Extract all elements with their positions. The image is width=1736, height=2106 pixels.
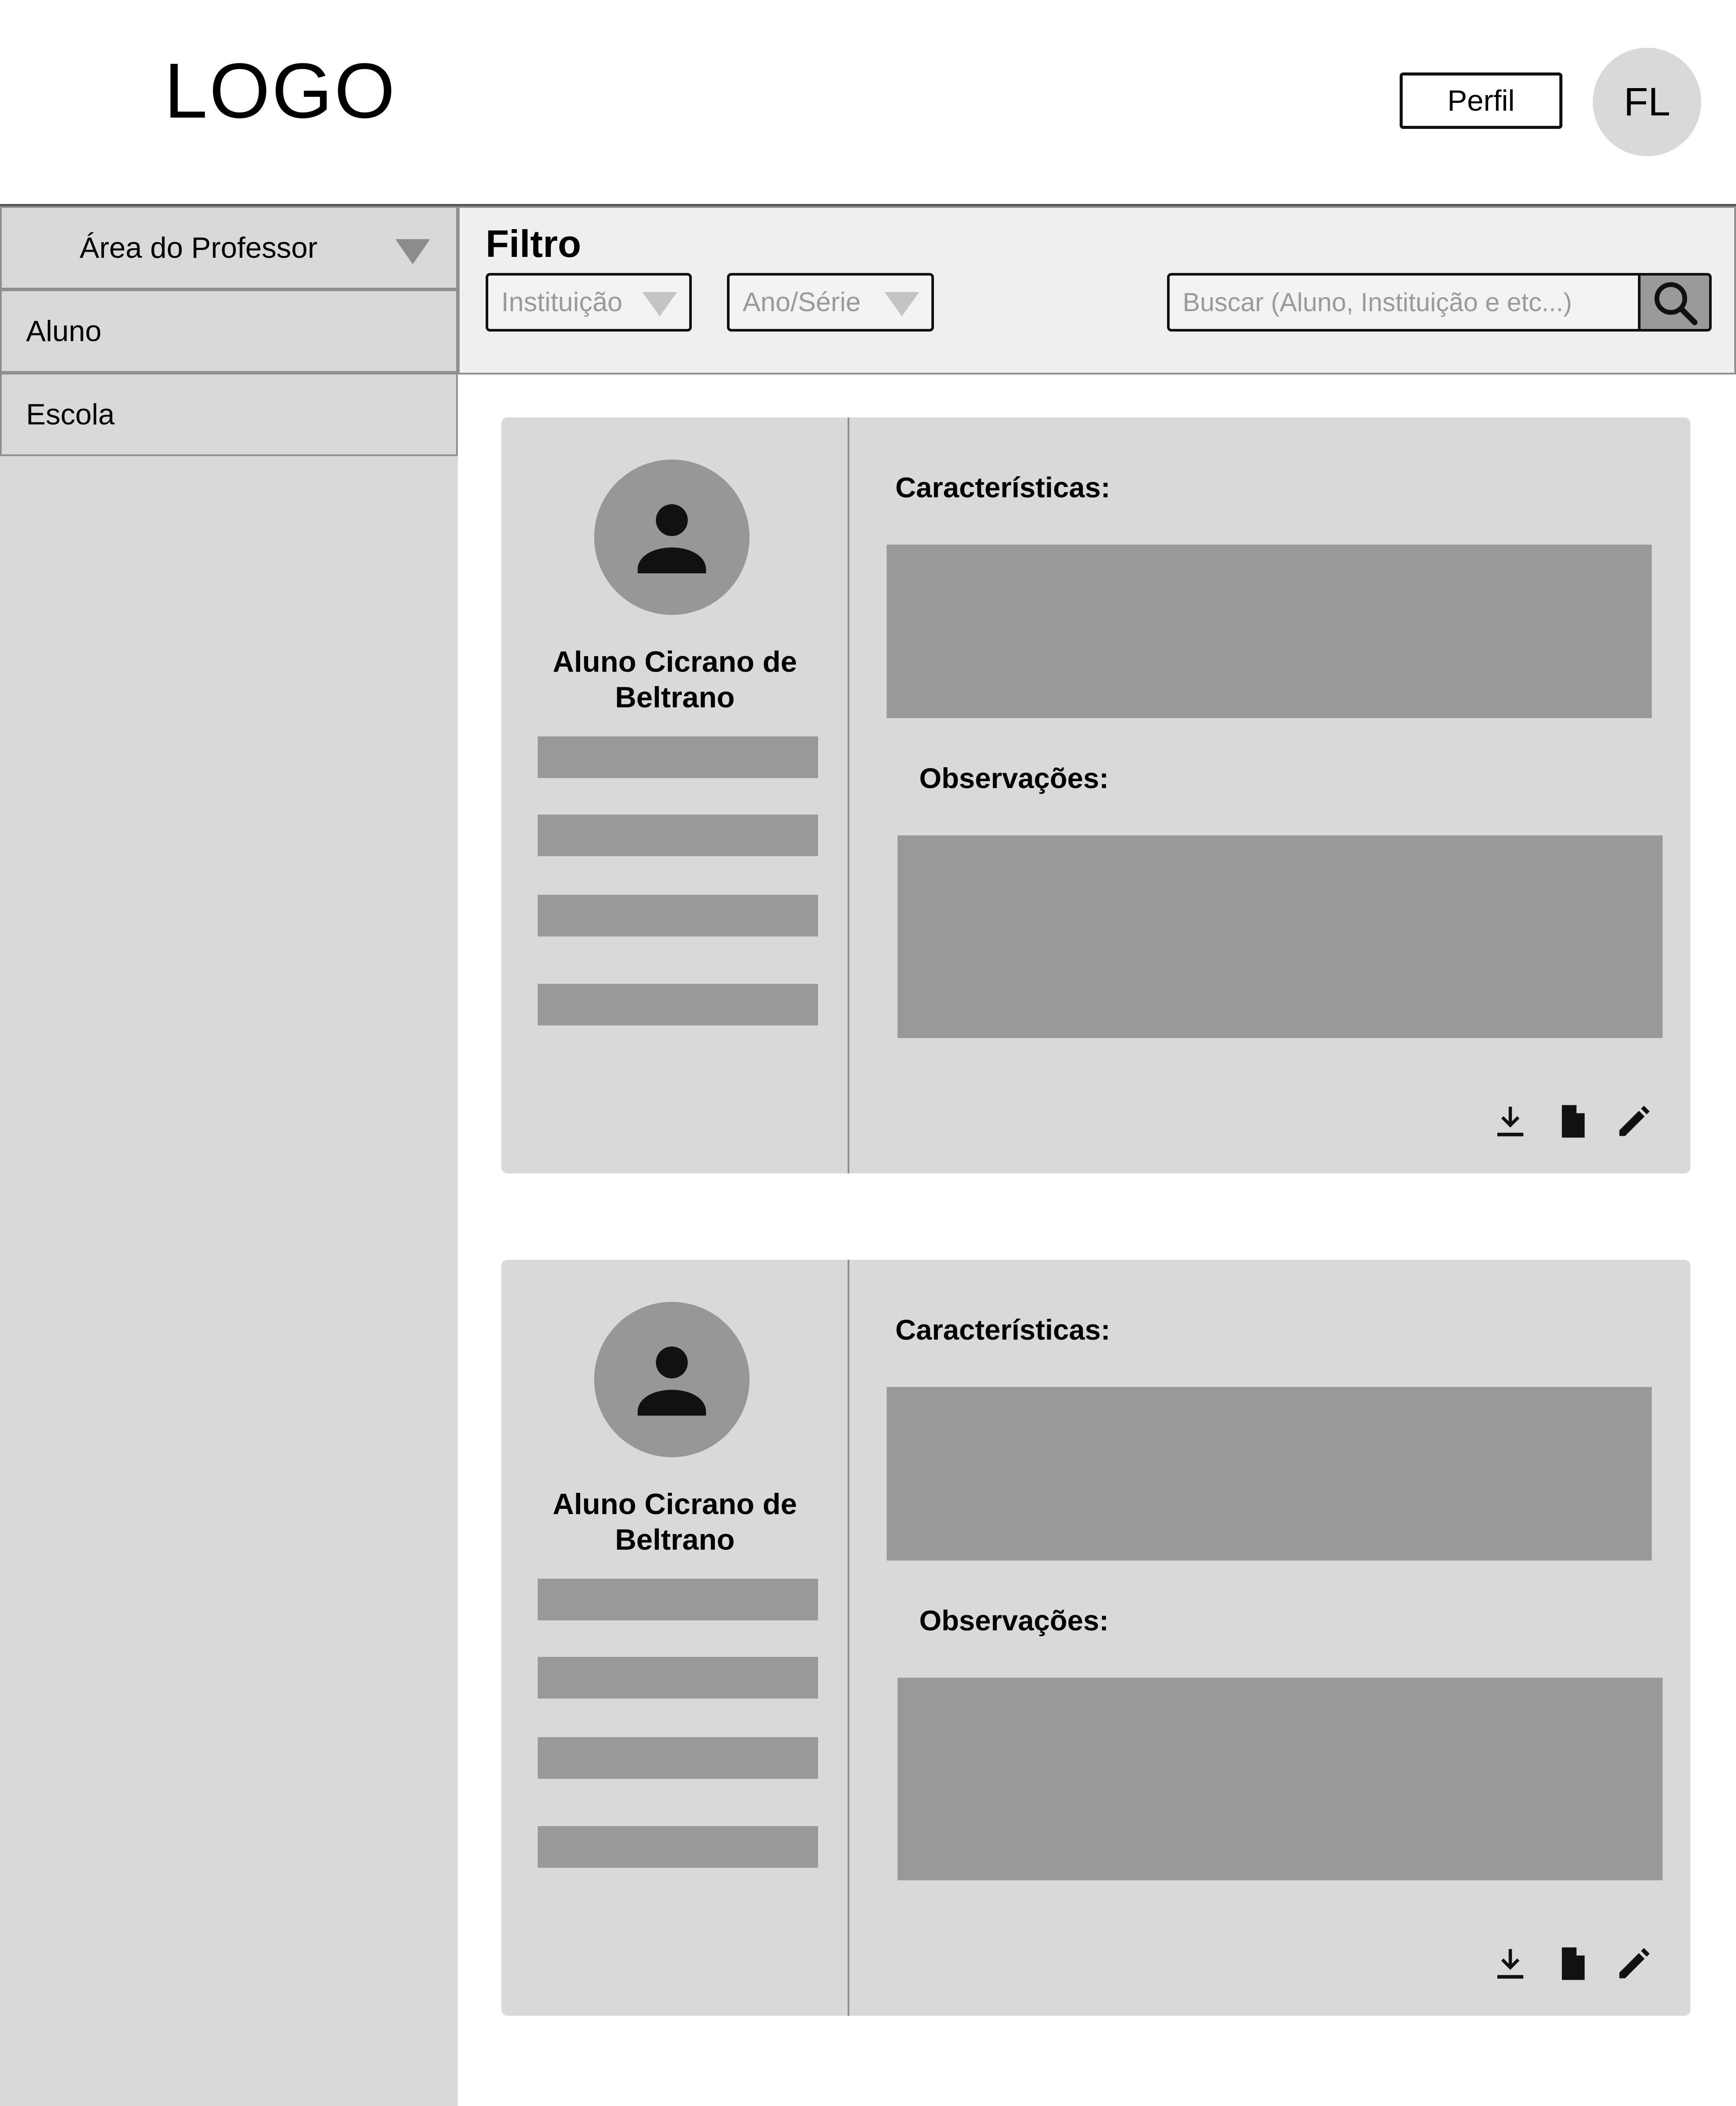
- institution-select[interactable]: Instituição: [486, 273, 692, 332]
- institution-select-label: Instituição: [501, 287, 623, 317]
- observations-label: Observações:: [919, 762, 1109, 794]
- search-button[interactable]: [1638, 273, 1712, 332]
- info-placeholder-bar: [538, 1579, 818, 1620]
- user-icon: [638, 1346, 706, 1416]
- info-placeholder-bar: [538, 895, 818, 936]
- search-input[interactable]: Buscar (Aluno, Instituição e etc...): [1167, 273, 1638, 332]
- student-avatar: [594, 460, 750, 615]
- info-placeholder-bar: [538, 736, 818, 778]
- grade-select[interactable]: Ano/Série: [727, 273, 934, 332]
- logo: LOGO: [164, 47, 397, 135]
- characteristics-label: Características:: [895, 1314, 1111, 1346]
- student-card: Aluno Cicrano de Beltrano Característica…: [501, 417, 1690, 1173]
- student-name: Aluno Cicrano de Beltrano: [552, 1488, 797, 1556]
- observations-content: [898, 1678, 1663, 1880]
- student-name: Aluno Cicrano de Beltrano: [552, 645, 797, 714]
- info-placeholder-bar: [538, 984, 818, 1025]
- sidebar: Área do Professor Aluno Escola: [0, 206, 458, 2106]
- document-icon[interactable]: [1554, 1944, 1593, 1983]
- edit-icon[interactable]: [1614, 1102, 1654, 1141]
- user-icon: [638, 504, 706, 574]
- characteristics-content: [887, 545, 1652, 718]
- info-placeholder-bar: [538, 1737, 818, 1779]
- student-avatar: [594, 1302, 750, 1457]
- search-icon: [1654, 282, 1698, 325]
- grade-select-label: Ano/Série: [743, 287, 861, 317]
- filter-title: Filtro: [486, 222, 581, 265]
- search-placeholder: Buscar (Aluno, Instituição e etc...): [1183, 288, 1572, 317]
- page: LOGO Perfil FL Área do Professor Aluno E…: [0, 0, 1736, 2106]
- info-placeholder-bar: [538, 1657, 818, 1699]
- triangle-down-icon: [395, 239, 430, 264]
- edit-icon[interactable]: [1614, 1944, 1654, 1983]
- document-icon[interactable]: [1554, 1102, 1593, 1141]
- info-placeholder-bar: [538, 1826, 818, 1868]
- sidebar-section-title: Área do Professor: [79, 231, 318, 264]
- filter-bar: Filtro Instituição Ano/Série Buscar (Alu…: [458, 206, 1736, 375]
- observations-content: [898, 835, 1663, 1038]
- info-placeholder-bar: [538, 815, 818, 856]
- card-divider: [848, 417, 849, 1173]
- sidebar-item-label: Aluno: [26, 315, 102, 348]
- sidebar-item-escola[interactable]: Escola: [0, 373, 458, 456]
- characteristics-label: Características:: [895, 471, 1111, 503]
- triangle-down-icon: [642, 292, 677, 316]
- characteristics-content: [887, 1387, 1652, 1561]
- sidebar-item-label: Escola: [26, 398, 115, 431]
- sidebar-section-professor[interactable]: Área do Professor: [0, 206, 458, 289]
- student-card: Aluno Cicrano de Beltrano Característica…: [501, 1260, 1690, 2016]
- download-icon[interactable]: [1491, 1102, 1530, 1141]
- card-divider: [848, 1260, 849, 2016]
- sidebar-item-aluno[interactable]: Aluno: [0, 289, 458, 373]
- profile-button[interactable]: Perfil: [1400, 72, 1562, 129]
- user-avatar[interactable]: FL: [1593, 48, 1701, 156]
- download-icon[interactable]: [1491, 1944, 1530, 1983]
- triangle-down-icon: [884, 292, 919, 316]
- observations-label: Observações:: [919, 1604, 1109, 1636]
